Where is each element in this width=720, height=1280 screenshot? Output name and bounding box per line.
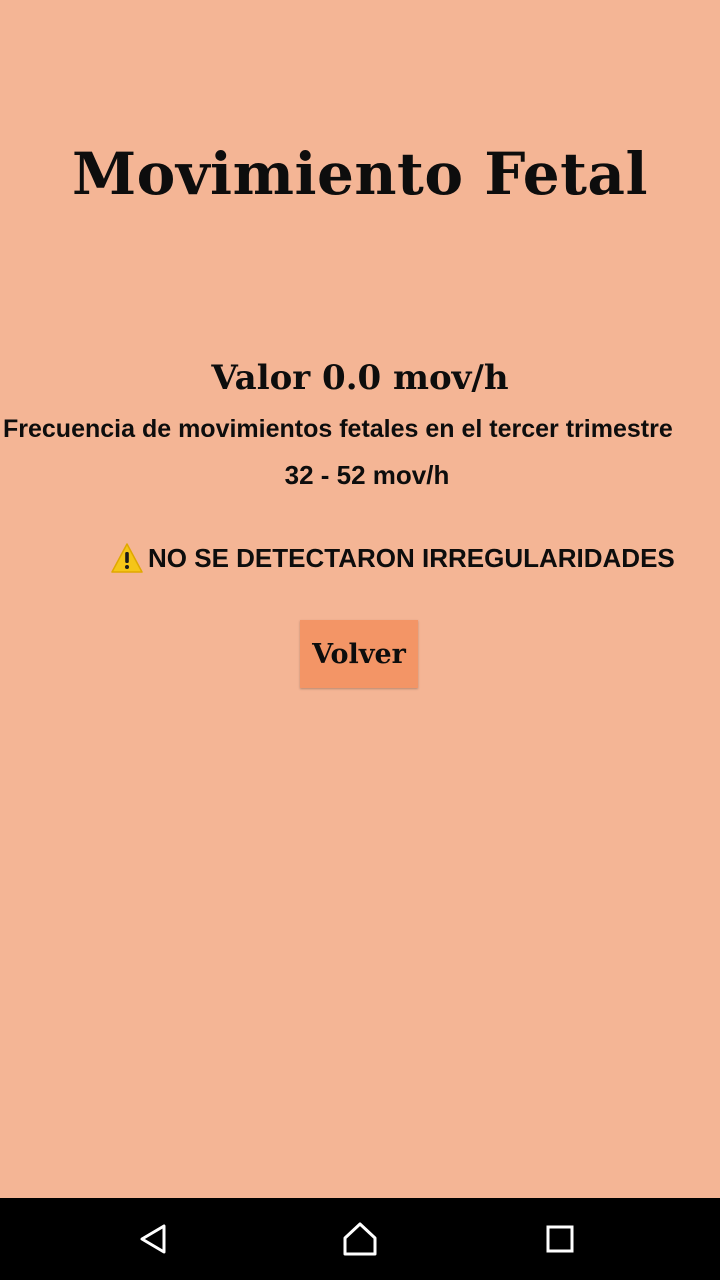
home-icon[interactable] (340, 1219, 380, 1259)
normal-range: 32 - 52 mov/h (284, 460, 450, 490)
value-readout: Valor 0.0 mov/h (211, 358, 509, 398)
system-navigation-bar (0, 1198, 720, 1280)
status-message: NO SE DETECTARON IRREGULARIDADES (110, 540, 675, 576)
recents-icon[interactable] (540, 1219, 580, 1259)
app-screen: Movimiento Fetal Valor 0.0 mov/h Frecuen… (0, 0, 720, 1198)
back-icon[interactable] (134, 1219, 174, 1259)
warning-icon (110, 542, 144, 574)
frequency-label: Frecuencia de movimientos fetales en el … (3, 415, 673, 443)
page-title: Movimiento Fetal (71, 140, 649, 208)
back-button[interactable]: Volver (300, 620, 418, 688)
status-text: NO SE DETECTARON IRREGULARIDADES (148, 542, 675, 573)
